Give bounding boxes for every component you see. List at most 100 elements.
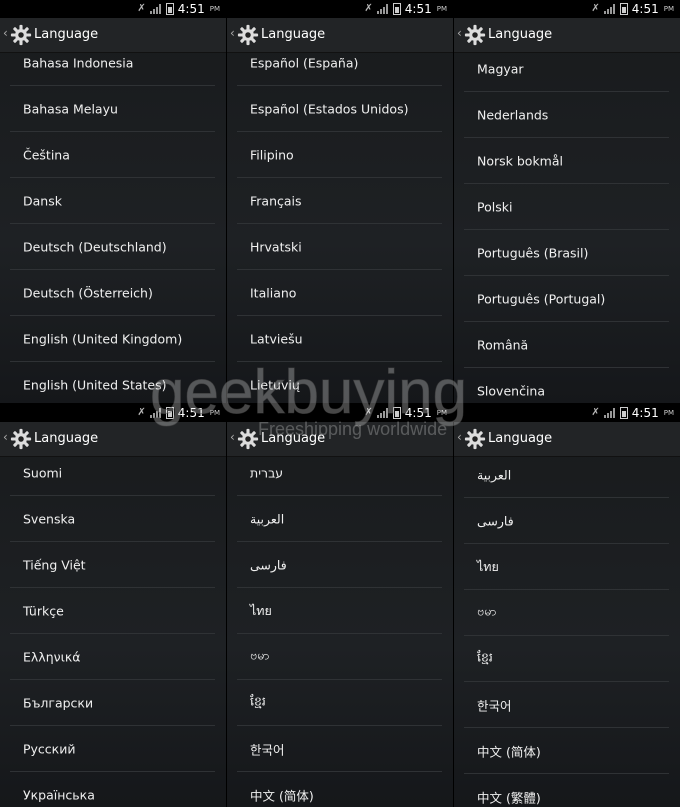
- language-list-item[interactable]: Français: [237, 178, 442, 224]
- back-chevron-icon[interactable]: ‹: [3, 430, 8, 444]
- settings-gear-icon[interactable]: [464, 24, 486, 46]
- status-time: 4:51: [177, 406, 205, 420]
- language-label: Bahasa Indonesia: [23, 55, 134, 70]
- signal-icon: [149, 4, 162, 14]
- status-time: 4:51: [631, 2, 659, 16]
- status-ampm: PM: [209, 409, 220, 417]
- language-list-item[interactable]: Ελληνικά: [10, 634, 215, 680]
- language-list-item[interactable]: Norsk bokmål: [464, 138, 669, 184]
- language-list-item[interactable]: Suomi: [10, 450, 215, 496]
- language-list-item[interactable]: 中文 (简体): [237, 772, 442, 807]
- language-list-item[interactable]: فارسی: [237, 542, 442, 588]
- language-list-item[interactable]: Español (Estados Unidos): [237, 86, 442, 132]
- language-list-item[interactable]: Latviešu: [237, 316, 442, 362]
- language-list-item[interactable]: Türkçe: [10, 588, 215, 634]
- language-label: Dansk: [23, 193, 62, 208]
- language-list-item[interactable]: English (United States): [10, 362, 215, 403]
- language-list-item[interactable]: فارسی: [464, 498, 669, 544]
- back-chevron-icon[interactable]: ‹: [457, 26, 462, 40]
- language-list-item[interactable]: العربية: [237, 496, 442, 542]
- signal-icon: [149, 408, 162, 418]
- language-label: ဗမာ: [477, 603, 497, 618]
- language-list-item[interactable]: ဗမာ: [237, 634, 442, 680]
- language-label: עברית: [250, 465, 284, 480]
- language-label: Svenska: [23, 511, 76, 526]
- language-panel: ✗ 4:51 PM ‹ Language Español (España) Espa…: [227, 0, 453, 403]
- language-list-item[interactable]: Italiano: [237, 270, 442, 316]
- language-list-item[interactable]: 한국어: [237, 726, 442, 772]
- language-list-item[interactable]: Filipino: [237, 132, 442, 178]
- battery-icon: [619, 407, 628, 419]
- language-list-item[interactable]: Lietuvių: [237, 362, 442, 403]
- language-label: Polski: [477, 199, 513, 214]
- language-list-item[interactable]: Polski: [464, 184, 669, 230]
- status-bar: ✗ 4:51 PM: [227, 404, 453, 422]
- status-bar: ✗ 4:51 PM: [454, 404, 680, 422]
- status-bar: ✗ 4:51 PM: [454, 0, 680, 18]
- language-list: Magyar Nederlands Norsk bokmål Polski Portug…: [454, 52, 680, 403]
- language-list-item[interactable]: 한국어: [464, 682, 669, 728]
- language-list-item[interactable]: Български: [10, 680, 215, 726]
- page-title: Language: [261, 431, 326, 446]
- language-list-item[interactable]: Português (Portugal): [464, 276, 669, 322]
- language-list-item[interactable]: ខ្មែរ: [237, 680, 442, 726]
- settings-gear-icon[interactable]: [464, 428, 486, 450]
- language-label: فارسی: [477, 513, 514, 528]
- mute-icon: ✗: [591, 3, 600, 14]
- language-list: Suomi Svenska Tiếng Việt Türkçe Ελληνικά Бълг…: [0, 456, 226, 807]
- language-list-item[interactable]: Română: [464, 322, 669, 368]
- language-label: Română: [477, 337, 529, 352]
- language-list-item[interactable]: 中文 (简体): [464, 728, 669, 774]
- language-list-item[interactable]: Tiếng Việt: [10, 542, 215, 588]
- language-list-item[interactable]: ไทย: [464, 544, 669, 590]
- language-list-item[interactable]: 中文 (繁體): [464, 774, 669, 807]
- language-label: Magyar: [477, 61, 524, 76]
- language-label: Filipino: [250, 147, 294, 162]
- language-list-item[interactable]: Русский: [10, 726, 215, 772]
- settings-gear-icon[interactable]: [237, 428, 259, 450]
- language-list-item[interactable]: Bahasa Indonesia: [10, 40, 215, 86]
- mute-icon: ✗: [364, 3, 373, 14]
- language-label: 한국어: [477, 698, 512, 713]
- language-label: Deutsch (Österreich): [23, 285, 153, 300]
- signal-icon: [603, 4, 616, 14]
- back-chevron-icon[interactable]: ‹: [230, 430, 235, 444]
- language-panel: ✗ 4:51 PM ‹ Language Magyar Nederlands Nors…: [454, 0, 680, 403]
- battery-icon: [392, 3, 401, 15]
- language-label: فارسی: [250, 557, 287, 572]
- back-chevron-icon[interactable]: ‹: [457, 430, 462, 444]
- language-list-item[interactable]: Hrvatski: [237, 224, 442, 270]
- language-list-item[interactable]: ไทย: [237, 588, 442, 634]
- language-list-item[interactable]: Magyar: [464, 46, 669, 92]
- language-label: English (United States): [23, 377, 167, 392]
- language-list-item[interactable]: Nederlands: [464, 92, 669, 138]
- language-label: العربية: [250, 511, 285, 526]
- language-list-item[interactable]: Dansk: [10, 178, 215, 224]
- language-list-item[interactable]: English (United Kingdom): [10, 316, 215, 362]
- mute-icon: ✗: [137, 407, 146, 418]
- language-list-item[interactable]: Čeština: [10, 132, 215, 178]
- language-list: עברית العربية فارسی ไทย ဗမာ ខ្មែរ 한국어 中文 (简体): [227, 456, 453, 807]
- language-list-item[interactable]: العربية: [464, 452, 669, 498]
- language-list-item[interactable]: Português (Brasil): [464, 230, 669, 276]
- language-list-item[interactable]: ខ្មែរ: [464, 636, 669, 682]
- status-bar: ✗ 4:51 PM: [0, 0, 226, 18]
- language-label: ខ្មែរ: [477, 649, 493, 664]
- language-list-item[interactable]: Deutsch (Österreich): [10, 270, 215, 316]
- language-list-item[interactable]: ဗမာ: [464, 590, 669, 636]
- back-chevron-icon[interactable]: ‹: [3, 26, 8, 40]
- language-list-item[interactable]: Svenska: [10, 496, 215, 542]
- language-panel: ✗ 4:51 PM ‹ Language العربية فارسی ไทย ဗမာ ខ្…: [454, 404, 680, 807]
- language-list-item[interactable]: Slovenčina: [464, 368, 669, 403]
- language-list-item[interactable]: Español (España): [237, 40, 442, 86]
- language-list-item[interactable]: Deutsch (Deutschland): [10, 224, 215, 270]
- signal-icon: [376, 4, 389, 14]
- language-list-item[interactable]: Українська: [10, 772, 215, 807]
- language-list-item[interactable]: עברית: [237, 450, 442, 496]
- battery-icon: [165, 407, 174, 419]
- language-list: العربية فارسی ไทย ဗမာ ខ្មែរ 한국어 中文 (简体) 中文 (繁體): [454, 456, 680, 807]
- status-ampm: PM: [436, 5, 447, 13]
- language-list-item[interactable]: Bahasa Melayu: [10, 86, 215, 132]
- settings-gear-icon[interactable]: [10, 428, 32, 450]
- back-chevron-icon[interactable]: ‹: [230, 26, 235, 40]
